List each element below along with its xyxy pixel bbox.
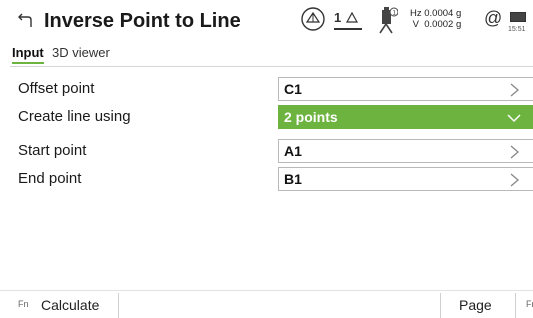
offset-point-label: Offset point <box>18 80 95 97</box>
back-icon[interactable] <box>18 12 32 28</box>
target-prism-icon <box>345 11 358 23</box>
target-status[interactable]: 1 <box>334 10 359 25</box>
start-point-field[interactable]: A1 <box>278 139 533 163</box>
create-line-dropdown[interactable]: 2 points <box>278 105 533 129</box>
calculate-label: Calculate <box>41 297 100 313</box>
start-point-label: Start point <box>18 142 87 159</box>
create-line-label: Create line using <box>18 108 131 125</box>
tab-input[interactable]: Input <box>12 45 44 64</box>
instrument-icon[interactable]: 1 <box>376 6 398 34</box>
offset-point-value: C1 <box>284 81 302 97</box>
create-line-value: 2 points <box>284 109 338 125</box>
page-label: Page <box>459 297 492 313</box>
end-point-field[interactable]: B1 <box>278 167 533 191</box>
battery-icon <box>510 12 526 22</box>
page-title: Inverse Point to Line <box>44 10 241 32</box>
fn-key-right[interactable]: Fn <box>526 299 533 309</box>
end-point-label: End point <box>18 170 82 187</box>
target-underline <box>334 28 362 30</box>
chevron-right-icon <box>510 145 519 159</box>
calculate-button[interactable]: Calculate <box>33 293 119 318</box>
chevron-right-icon <box>510 83 519 97</box>
divider <box>10 66 533 67</box>
tab-bar: Input 3D viewer <box>0 42 533 64</box>
status-area: 1 1 Hz 0.0004 g V 0.0002 g @ 15:51 <box>300 4 533 38</box>
chevron-right-icon <box>510 173 519 187</box>
tab-3d-viewer[interactable]: 3D viewer <box>52 45 110 60</box>
title-bar: Inverse Point to Line 1 1 Hz 0.0004 g V … <box>0 0 533 42</box>
at-symbol[interactable]: @ <box>484 8 502 29</box>
fn-key-left[interactable]: Fn <box>18 299 29 309</box>
page-button[interactable]: Page <box>440 293 516 318</box>
softkey-bar: Fn Calculate Page Fn <box>0 290 533 318</box>
target-number: 1 <box>334 10 342 25</box>
chevron-down-icon <box>507 114 521 123</box>
form-row-create-line: Create line using 2 points <box>0 104 533 130</box>
form-row-end-point: End point B1 <box>0 166 533 192</box>
angle-readout: Hz 0.0004 g V 0.0002 g <box>410 8 462 30</box>
form-row-start-point: Start point A1 <box>0 138 533 164</box>
start-point-value: A1 <box>284 143 302 159</box>
form-row-offset-point: Offset point C1 <box>0 76 533 102</box>
offset-point-field[interactable]: C1 <box>278 77 533 101</box>
time-display: 15:51 <box>508 26 526 33</box>
end-point-value: B1 <box>284 171 302 187</box>
prism-icon[interactable] <box>300 6 326 32</box>
